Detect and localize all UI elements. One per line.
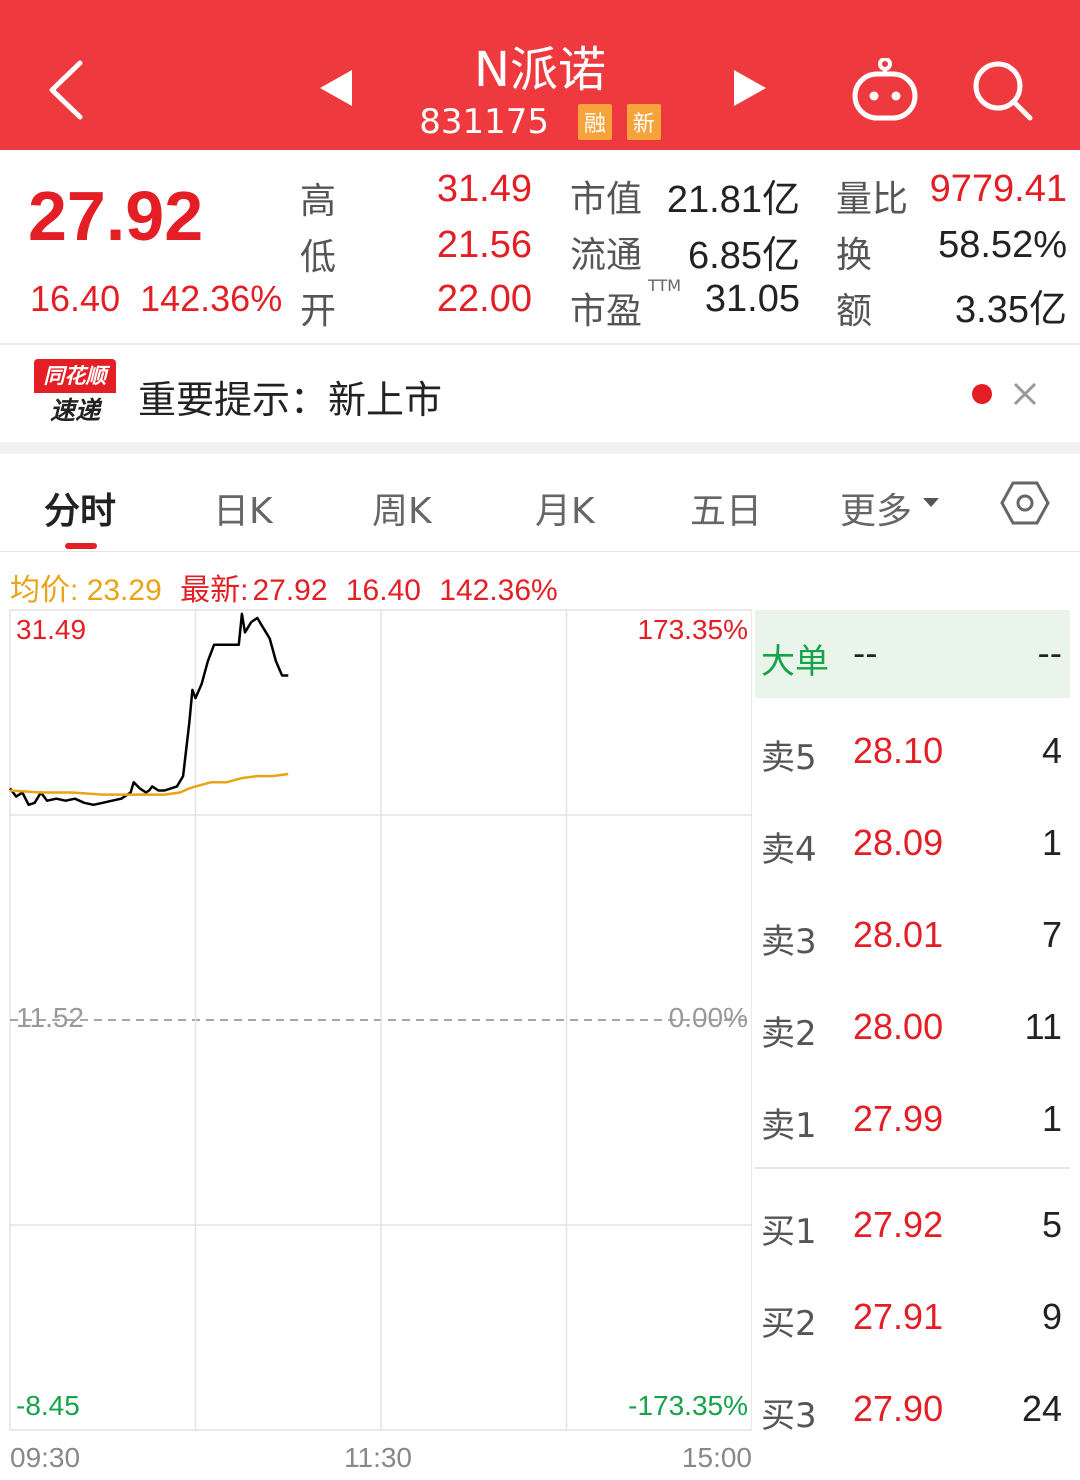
open-value: 22.00: [436, 278, 532, 320]
pe-value: 31.05: [704, 278, 800, 320]
mktcap-value: 21.81亿: [666, 179, 800, 221]
bid-volume: 5: [1041, 1204, 1062, 1245]
ask-row-1[interactable]: 卖1 27.99 1: [755, 1088, 1070, 1148]
robot-icon[interactable]: [850, 58, 920, 122]
chart-tabs: 分时 日K 周K 月K 五日 更多: [0, 454, 1080, 552]
ask-label: 卖1: [761, 1106, 817, 1146]
change-value: 16.40: [30, 278, 121, 319]
tab-daily-k[interactable]: 日K: [213, 482, 273, 534]
amount-label: 额: [836, 291, 873, 332]
ask-row-3[interactable]: 卖3 28.01 7: [755, 904, 1070, 964]
bid-price: 27.91: [853, 1296, 944, 1337]
y-left-bottom-label: -8.45: [16, 1390, 80, 1421]
last-price: 27.92: [28, 177, 204, 255]
ask-row-5[interactable]: 卖5 28.10 4: [755, 720, 1070, 780]
float-value: 6.85亿: [688, 235, 800, 277]
bid-volume: 24: [1021, 1388, 1062, 1429]
bid-volume: 9: [1041, 1296, 1062, 1337]
low-value: 21.56: [436, 224, 532, 266]
stock-code: 831175: [419, 101, 550, 142]
close-icon[interactable]: [1010, 374, 1040, 414]
bid-row-2[interactable]: 买2 27.91 9: [755, 1286, 1070, 1346]
logo-bottom-text: 速递: [49, 396, 100, 425]
order-book-divider: [755, 1167, 1070, 1169]
header-bar: N派诺 831175 融 新: [0, 0, 1080, 150]
notice-text: 重要提示：新上市: [138, 378, 443, 422]
ask-row-2[interactable]: 卖2 28.00 11: [755, 996, 1070, 1056]
notice-bar[interactable]: 同花顺 速递 重要提示：新上市: [0, 347, 1080, 442]
intraday-chart[interactable]: 31.49 11.52 -8.45 173.35% 0.00% -173.35%…: [0, 600, 753, 1480]
bid-row-3[interactable]: 买3 27.90 24: [755, 1378, 1070, 1438]
change-percent: 142.36%: [140, 278, 283, 319]
new-badge: 新: [626, 103, 661, 140]
bid-row-1[interactable]: 买1 27.92 5: [755, 1194, 1070, 1254]
order-book: 大单 -- -- 卖5 28.10 4 卖4 28.09 1 卖3 28.01 …: [755, 610, 1070, 1480]
logo-top-text: 同花顺: [34, 359, 116, 393]
ths-logo: 同花顺 速递: [34, 359, 116, 429]
bid-price: 27.92: [853, 1204, 944, 1245]
big-order-label: 大单: [761, 642, 829, 682]
tab-five-day[interactable]: 五日: [690, 482, 762, 534]
tab-monthly-k[interactable]: 月K: [535, 482, 595, 534]
high-value: 31.49: [436, 168, 532, 210]
margin-badge: 融: [577, 103, 612, 140]
bid-label: 买1: [761, 1212, 817, 1252]
unread-dot-icon: [972, 384, 992, 404]
x-tick-midday: 11:30: [344, 1442, 412, 1473]
bid-price: 27.90: [853, 1388, 944, 1429]
ask-row-4[interactable]: 卖4 28.09 1: [755, 812, 1070, 872]
big-order-value-1: --: [853, 634, 878, 674]
next-stock-icon[interactable]: [732, 70, 768, 106]
tab-weekly-k[interactable]: 周K: [372, 482, 432, 534]
mktcap-label: 市值: [570, 179, 643, 220]
y-right-top-label: 173.35%: [637, 614, 748, 645]
big-order-row[interactable]: 大单 -- --: [755, 610, 1070, 698]
ask-label: 卖3: [761, 922, 817, 962]
ask-label: 卖2: [761, 1014, 817, 1054]
y-right-bottom-label: -173.35%: [628, 1390, 748, 1421]
y-right-mid-label: 0.00%: [668, 1002, 748, 1033]
x-tick-close: 15:00: [681, 1442, 752, 1473]
ask-volume: 11: [1024, 1006, 1062, 1047]
bid-label: 买2: [761, 1304, 817, 1344]
chart-canvas: [9, 609, 753, 1431]
chevron-down-icon: [923, 498, 939, 507]
price-change: 16.40 142.36%: [30, 278, 282, 320]
ask-price: 28.09: [853, 822, 944, 863]
ask-price: 28.10: [853, 730, 944, 771]
chart-grid: [9, 609, 753, 1431]
big-order-value-2: --: [1037, 634, 1062, 674]
bid-label: 买3: [761, 1396, 817, 1436]
ask-volume: 1: [1041, 822, 1062, 863]
ask-volume: 1: [1041, 1098, 1062, 1139]
ask-price: 27.99: [853, 1098, 944, 1139]
low-label: 低: [300, 237, 337, 278]
turnover-label: 换: [836, 235, 873, 276]
section-divider: [0, 442, 1080, 454]
ask-price: 28.00: [853, 1006, 944, 1047]
ask-volume: 4: [1041, 730, 1062, 771]
quote-panel: 27.92 16.40 142.36% 高 低 开 31.49 21.56 22.…: [0, 150, 1080, 345]
open-label: 开: [300, 291, 337, 332]
ask-price: 28.01: [853, 914, 944, 955]
pe-label: 市盈: [570, 291, 643, 332]
search-icon[interactable]: [970, 58, 1034, 122]
settings-hexagon-icon[interactable]: [1000, 478, 1050, 528]
x-tick-open: 09:30: [10, 1442, 81, 1473]
ask-label: 卖4: [761, 830, 817, 870]
tab-intraday[interactable]: 分时: [44, 482, 116, 534]
volume-ratio-value: 9779.41: [929, 168, 1067, 210]
active-tab-indicator: [65, 543, 97, 549]
ask-label: 卖5: [761, 738, 817, 778]
float-label: 流通: [570, 235, 643, 276]
volume-ratio-label: 量比: [836, 179, 909, 220]
y-left-mid-label: 11.52: [16, 1002, 84, 1033]
ask-volume: 7: [1041, 914, 1062, 955]
turnover-value: 58.52%: [938, 224, 1067, 266]
amount-value: 3.35亿: [955, 289, 1067, 331]
high-label: 高: [300, 181, 337, 222]
tab-more[interactable]: 更多: [840, 482, 912, 534]
y-left-top-label: 31.49: [16, 614, 87, 645]
